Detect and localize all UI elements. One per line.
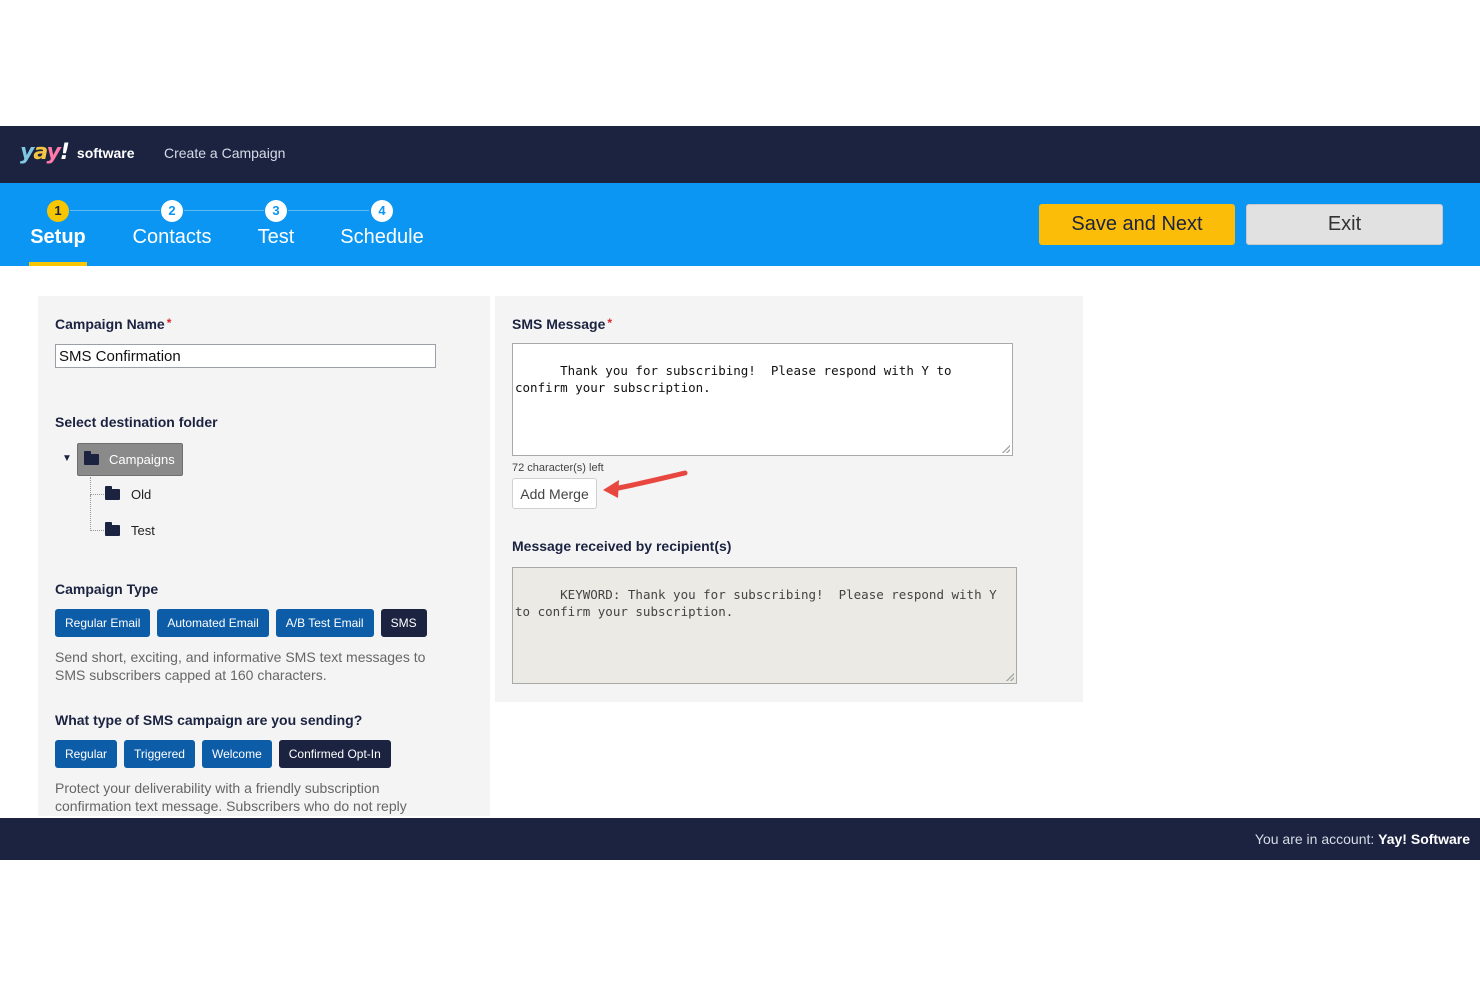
step-setup[interactable]: 1 Setup [29,200,87,249]
collapse-toggle-icon[interactable]: ▼ [62,453,72,464]
step-contacts[interactable]: 2 Contacts [130,200,214,249]
step-number: 1 [47,200,69,222]
logo-mark: yay! [20,140,70,165]
sms-type-triggered[interactable]: Triggered [124,740,195,768]
campaign-type-sms[interactable]: SMS [380,609,427,637]
sms-message-panel: SMS Message * Thank you for subscribing! … [495,296,1083,702]
tree-branch-line [90,495,104,531]
exit-button[interactable]: Exit [1246,204,1443,245]
setup-panel: Campaign Name* Select destination folder… [38,296,490,816]
sms-message-textarea[interactable]: Thank you for subscribing! Please respon… [512,343,1013,456]
campaign-type-group: Regular Email Automated Email A/B Test E… [55,609,427,637]
sms-type-label: What type of SMS campaign are you sendin… [55,712,363,728]
account-info: You are in account: Yay! Software [1255,831,1470,847]
logo-suffix: software [76,144,135,161]
campaign-type-automated-email[interactable]: Automated Email [157,609,269,637]
character-counter: 72 character(s) left [512,462,604,474]
folder-label-text: Old [131,487,152,502]
campaign-type-label: Campaign Type [55,581,159,597]
required-mark: * [166,316,172,330]
campaign-type-ab-test-email[interactable]: A/B Test Email [275,609,374,637]
sms-type-welcome[interactable]: Welcome [201,740,272,768]
step-bar: 1 Setup 2 Contacts 3 Test 4 Schedule Sav… [0,183,1480,266]
folder-open-icon [84,451,99,465]
folder-icon [105,486,120,500]
received-message-preview: KEYWORD: Thank you for subscribing! Plea… [512,567,1017,684]
required-mark: * [607,316,613,330]
folder-item-old[interactable]: Old [105,486,152,502]
top-header: yay! software Create a Campaign [0,126,1480,183]
sms-message-label: SMS Message * [512,316,612,332]
sms-type-confirmed-opt-in[interactable]: Confirmed Opt-In [278,740,391,768]
add-merge-button[interactable]: Add Merge [512,478,597,509]
red-arrow-annotation [603,470,688,498]
step-label: Contacts [132,226,212,248]
sms-type-description: Protect your deliverability with a frien… [55,780,407,814]
step-label: Setup [30,226,86,248]
breadcrumb: Create a Campaign [164,145,286,161]
folder-icon [105,522,120,536]
sms-type-regular[interactable]: Regular [55,740,118,768]
active-step-indicator [29,262,87,266]
campaign-name-label-text: Campaign Name [55,316,165,332]
folder-item-campaigns[interactable]: Campaigns [77,443,183,476]
sms-type-group: Regular Triggered Welcome Confirmed Opt-… [55,740,391,768]
folder-item-test[interactable]: Test [105,522,155,538]
step-number: 4 [371,200,393,222]
folder-label-text: Test [131,523,155,538]
tree-branch-line [90,477,104,495]
save-and-next-button[interactable]: Save and Next [1039,204,1235,245]
campaign-name-label: Campaign Name * [55,316,171,332]
account-name: Yay! Software [1378,831,1470,847]
step-number: 3 [265,200,287,222]
resize-grip-icon[interactable] [1002,445,1010,453]
footer: You are in account: Yay! Software [0,818,1480,860]
folder-label-text: Campaigns [109,452,175,467]
campaign-name-input[interactable] [55,344,436,368]
folder-label: Select destination folder [55,414,218,430]
sms-message-label-text: SMS Message [512,316,606,332]
account-prefix: You are in account: [1254,831,1375,847]
resize-grip-icon [1006,673,1014,681]
step-label: Schedule [340,226,424,248]
received-message-text: KEYWORD: Thank you for subscribing! Plea… [515,587,1005,619]
app-root: yay! software Create a Campaign 1 Setup … [0,126,1480,860]
step-test[interactable]: 3 Test [254,200,298,249]
campaign-type-regular-email[interactable]: Regular Email [55,609,151,637]
received-message-label: Message received by recipient(s) [512,538,732,554]
step-schedule[interactable]: 4 Schedule [338,200,426,249]
campaign-type-description: Send short, exciting, and informative SM… [55,649,426,683]
yay-logo[interactable]: yay! software [20,140,134,165]
sms-message-text: Thank you for subscribing! Please respon… [515,363,960,395]
step-label: Test [257,226,295,248]
step-number: 2 [161,200,183,222]
